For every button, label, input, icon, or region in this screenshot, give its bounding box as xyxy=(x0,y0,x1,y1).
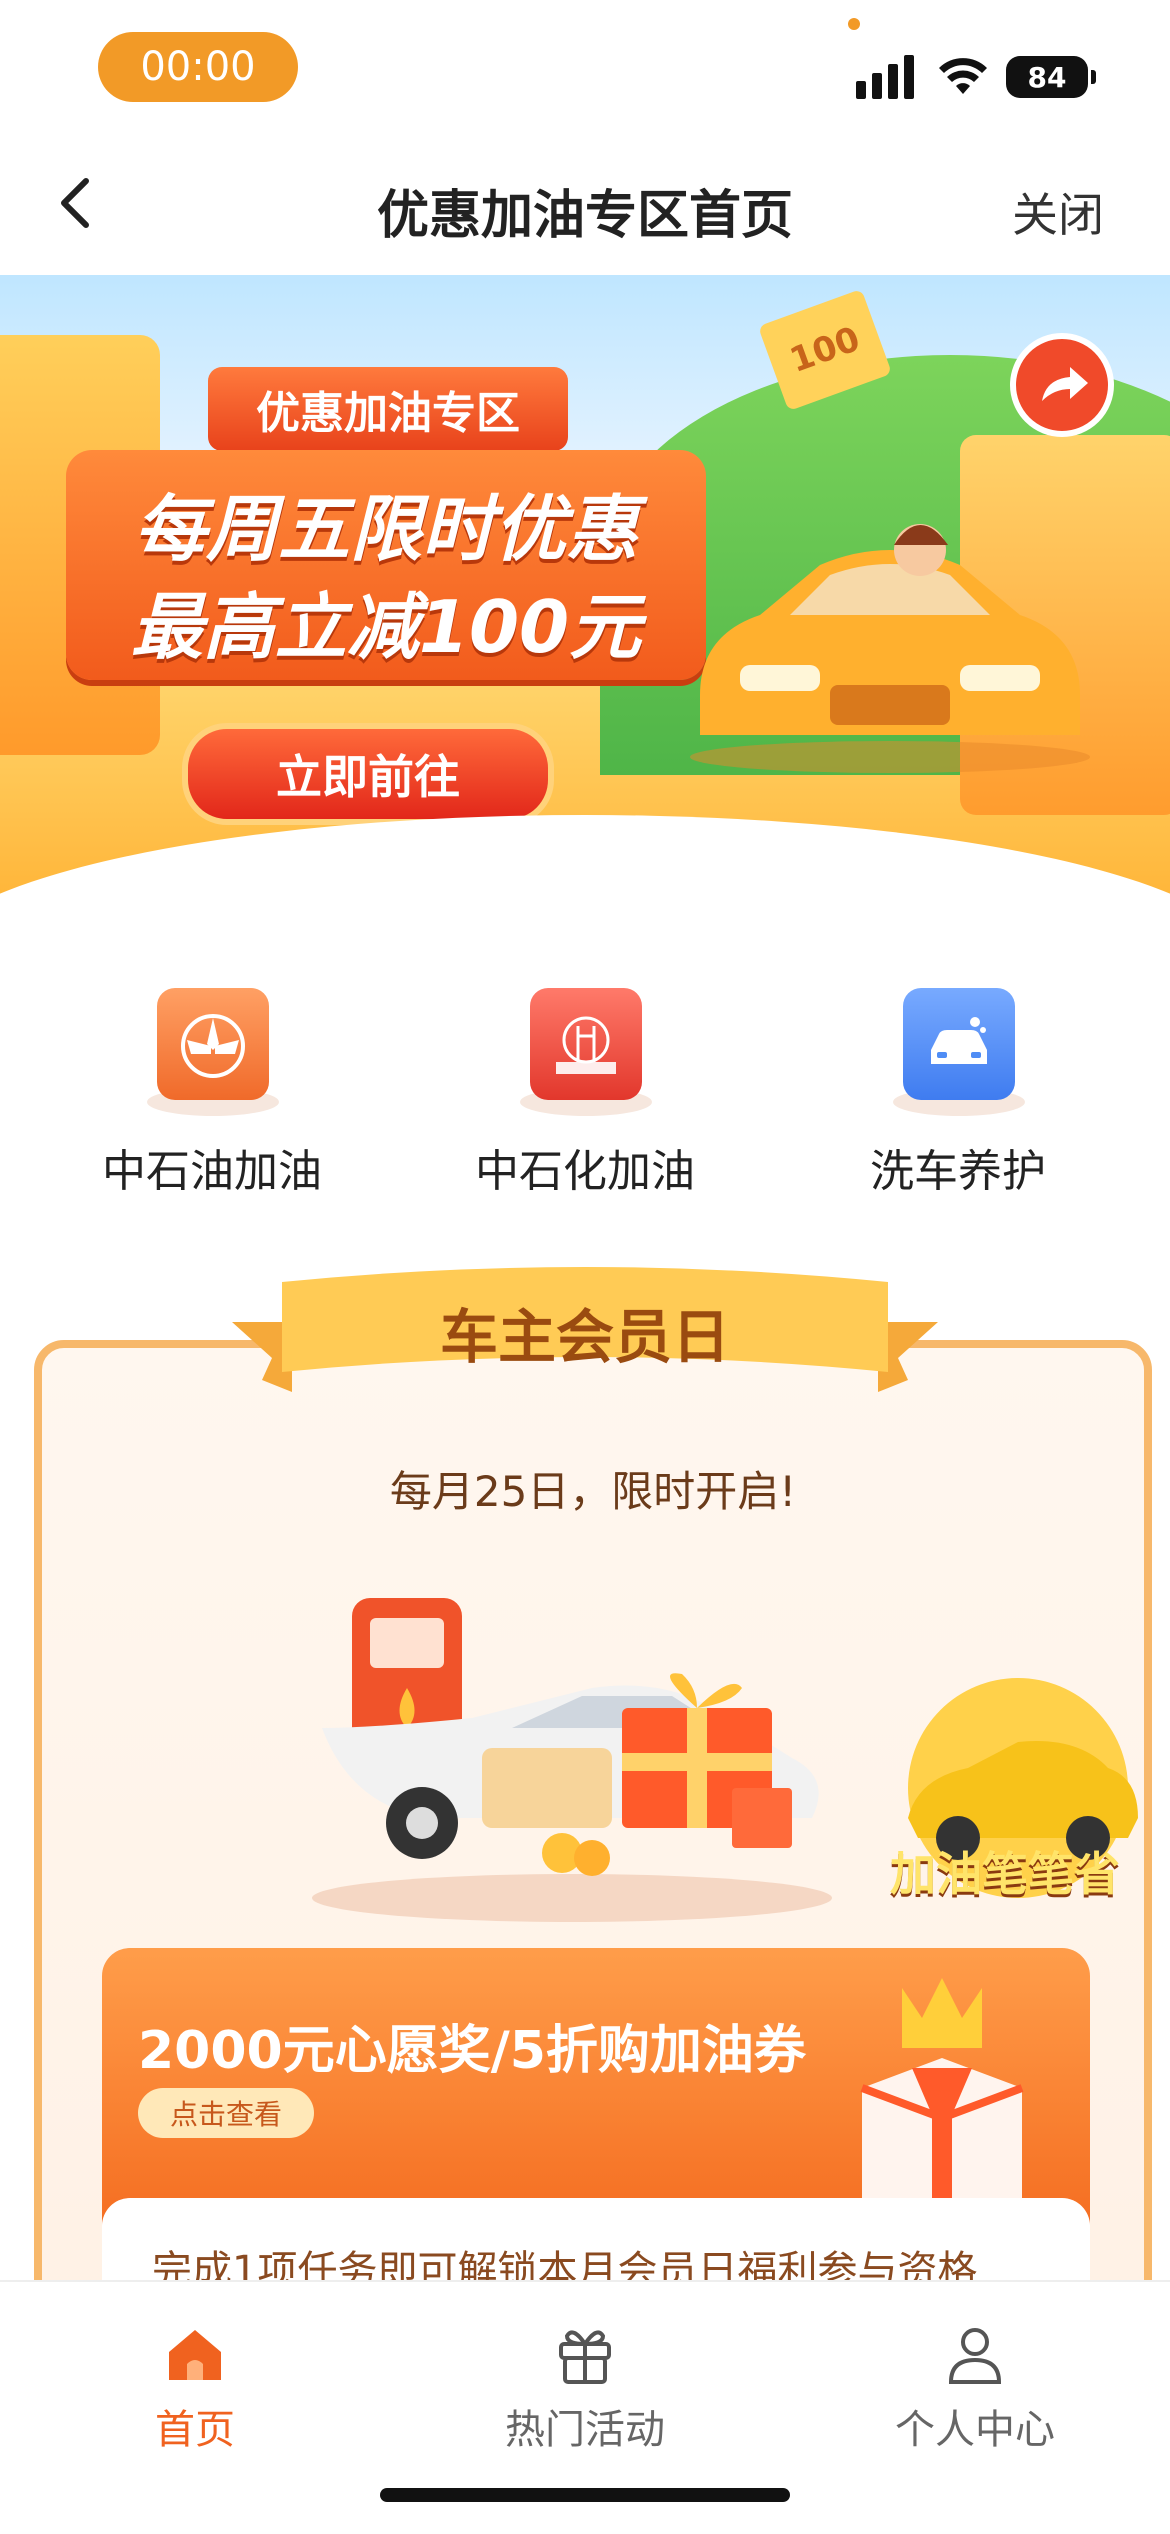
member-day-title: 车主会员日 xyxy=(439,1303,730,1371)
member-day-ribbon: 车主会员日 xyxy=(232,1262,938,1402)
sinopec-logo-icon xyxy=(530,988,642,1100)
tab-label: 个人中心 xyxy=(895,2407,1055,2453)
banner-go-button[interactable]: 立即前往 xyxy=(182,723,554,825)
tab-home[interactable]: 首页 xyxy=(0,2282,390,2482)
user-icon xyxy=(948,2328,1002,2384)
crown-gift-box-icon xyxy=(860,1978,1024,2198)
home-icon xyxy=(169,2330,221,2380)
quick-link-label: 中石化加油 xyxy=(475,1146,695,1197)
banner-headline-line1: 每周五限时优惠 xyxy=(133,487,638,571)
quick-link-car-wash[interactable]: 洗车养护 xyxy=(808,960,1108,1200)
banner-headline-board: 每周五限时优惠 最高立减100元 xyxy=(66,450,706,680)
home-indicator xyxy=(380,2488,790,2502)
view-details-button[interactable]: 点击查看 xyxy=(138,2088,314,2138)
banner-tag: 优惠加油专区 xyxy=(208,367,568,451)
fuel-car-gift-illustration-icon xyxy=(312,1598,832,1922)
member-day-section: 每月25日，限时开启! 加油笔笔省 2000元心愿奖/5折购加油券 点击查看 完… xyxy=(34,1340,1152,2376)
status-time: 00:00 xyxy=(98,32,298,102)
car-wash-icon xyxy=(903,988,1015,1100)
quick-link-sinopec[interactable]: 中石化加油 xyxy=(435,960,735,1200)
car-illustration-icon xyxy=(690,524,1090,773)
gift-icon xyxy=(559,2330,611,2384)
wifi-icon xyxy=(939,58,987,94)
promo-slogan: 加油笔笔省 xyxy=(890,1847,1120,1901)
promo-banner[interactable]: 100 优惠加油专区 每周五限时优惠 最高立减100元 立即前往 xyxy=(0,275,1170,895)
tab-hot-activities[interactable]: 热门活动 xyxy=(390,2282,780,2482)
offer-title: 2000元心愿奖/5折购加油券 xyxy=(138,2021,806,2081)
nav-bar: 优惠加油专区首页 关闭 xyxy=(0,135,1170,275)
tab-profile[interactable]: 个人中心 xyxy=(780,2282,1170,2482)
close-button[interactable]: 关闭 xyxy=(1012,179,1104,245)
member-day-subtitle: 每月25日，限时开启! xyxy=(389,1467,797,1516)
tab-label: 热门活动 xyxy=(505,2407,665,2453)
quick-link-cnpc[interactable]: 中石油加油 xyxy=(62,960,362,1200)
quick-link-label: 洗车养护 xyxy=(870,1146,1046,1197)
quick-link-label: 中石油加油 xyxy=(102,1146,322,1197)
status-bar: 00:00 84 xyxy=(0,0,1170,135)
banner-bottom-curve xyxy=(0,815,1170,895)
quick-links: 中石油加油 中石化加油 洗车养护 xyxy=(0,960,1170,1220)
cnpc-logo-icon xyxy=(157,988,269,1100)
signal-icon xyxy=(856,55,914,99)
banner-headline-line2: 最高立减100元 xyxy=(130,585,642,669)
tab-label: 首页 xyxy=(155,2407,235,2453)
privacy-indicator-dot xyxy=(848,18,860,30)
share-icon[interactable] xyxy=(1010,333,1114,437)
page-title: 优惠加油专区首页 xyxy=(376,186,793,246)
battery-indicator: 84 xyxy=(1006,56,1096,98)
